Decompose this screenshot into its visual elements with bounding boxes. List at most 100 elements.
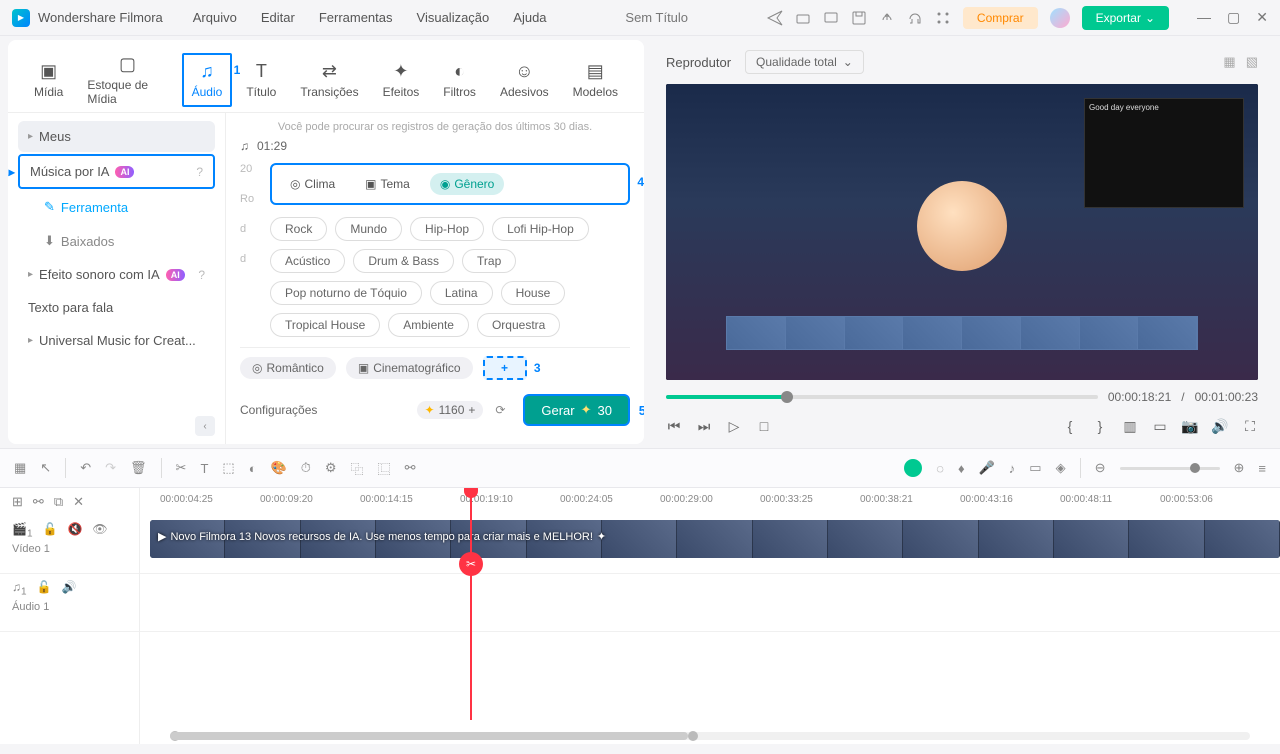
upload-icon[interactable] [879,10,895,26]
camera-icon[interactable]: 📷 [1182,418,1198,434]
display-icon[interactable]: ▭ [1152,418,1168,434]
maximize-button[interactable]: ▢ [1227,9,1240,26]
minimize-button[interactable]: — [1197,9,1211,26]
tab-effects[interactable]: ✦Efeitos [375,55,428,105]
timeline-scrollbar[interactable] [170,732,1250,740]
screen-icon[interactable] [823,10,839,26]
step-back-button[interactable]: ⏭ [696,418,712,434]
crop-tool-icon[interactable]: ⬚ [222,460,234,476]
cloud-icon[interactable] [795,10,811,26]
selected-tag[interactable]: ◎Romântico [240,357,336,379]
genre-tag[interactable]: Drum & Bass [353,249,454,273]
volume-icon[interactable]: 🔊 [1212,418,1228,434]
record-icon[interactable]: ▭ [1029,460,1041,476]
genre-tag[interactable]: Mundo [335,217,402,241]
timeline-ruler[interactable]: 00:00:04:25 00:00:09:20 00:00:14:15 00:0… [140,488,1280,516]
music-icon[interactable]: ♪ [1009,461,1016,476]
ungroup-tool-icon[interactable]: ⿺ [378,459,391,478]
group-tool-icon[interactable]: ⿻ [351,459,364,478]
keyframe-icon[interactable]: ◈ [1056,460,1066,476]
user-avatar[interactable] [1050,8,1070,28]
genre-tag[interactable]: Acústico [270,249,345,273]
redo-button[interactable]: ↷ [105,460,116,476]
selected-tag[interactable]: ▣Cinematográfico [346,357,473,379]
undo-button[interactable]: ↶ [80,460,91,476]
category-theme[interactable]: ▣Tema [355,173,420,195]
audio-track-header[interactable]: ♫1🔓🔊 Áudio 1 [0,574,139,632]
scrub-track[interactable] [666,395,1098,399]
tab-title[interactable]: TTítulo [238,55,284,105]
tab-audio[interactable]: ♫Áudio1 [184,55,231,105]
genre-tag[interactable]: Orquestra [477,313,560,337]
scroll-handle-right[interactable] [688,731,698,741]
link-tracks-icon[interactable]: ⚯ [33,494,44,510]
config-label[interactable]: Configurações [240,403,317,417]
shield-icon[interactable]: ♦ [958,461,965,476]
sidebar-item-tts[interactable]: Texto para fala [18,292,215,323]
zoom-out-button[interactable]: ⊖ [1095,460,1106,476]
menu-help[interactable]: Ajuda [513,10,546,25]
scrub-knob[interactable] [781,391,793,403]
ratio-icon[interactable]: ▥ [1122,418,1138,434]
apps-icon[interactable] [935,10,951,26]
lock-icon[interactable]: 🔓 [43,522,58,539]
adjust-tool-icon[interactable]: ⚙ [325,460,337,476]
scroll-thumb[interactable] [170,732,688,740]
genre-tag[interactable]: Rock [270,217,327,241]
tab-media[interactable]: ▣Mídia [26,55,71,105]
text-tool-icon[interactable]: T [200,461,208,476]
zoom-slider[interactable] [1120,467,1220,470]
stop-button[interactable]: □ [756,418,772,434]
audio-track[interactable] [140,574,1280,632]
timeline-tracks[interactable]: 00:00:04:25 00:00:09:20 00:00:14:15 00:0… [140,488,1280,744]
sidebar-item-downloads[interactable]: ⬇Baixados [18,225,215,257]
pointer-tool-icon[interactable]: ↖ [40,460,51,476]
sidebar-item-tool[interactable]: ✎Ferramenta [18,191,215,223]
sidebar-item-universal[interactable]: ▸Universal Music for Creat... [18,325,215,356]
genre-tag[interactable]: Pop noturno de Tóquio [270,281,422,305]
tab-stickers[interactable]: ☺Adesivos [492,55,557,105]
genre-tag[interactable]: Latina [430,281,493,305]
quality-select[interactable]: Qualidade total⌄ [745,50,864,74]
video-track-header[interactable]: 🎬1🔓🔇👁 Vídeo 1 [0,516,139,574]
category-genre[interactable]: ◉Gênero [430,173,505,195]
lock-icon[interactable]: 🔓 [37,580,52,597]
buy-button[interactable]: Comprar [963,7,1038,29]
help-icon[interactable]: ? [198,268,205,282]
menu-view[interactable]: Visualização [417,10,490,25]
fullscreen-icon[interactable]: ⛶ [1242,418,1258,434]
mute-icon[interactable]: 🔇 [67,522,82,539]
generate-button[interactable]: Gerar ✦ 30 5 [523,394,630,426]
prev-frame-button[interactable]: ⏮ [666,418,682,434]
snap-icon[interactable]: ✕ [73,494,84,510]
tab-stock[interactable]: ▢Estoque de Mídia [79,48,175,112]
genre-tag[interactable]: Ambiente [388,313,469,337]
select-tool-icon[interactable]: ▦ [14,460,26,476]
speed-tool-icon[interactable]: ⏱ [301,460,311,476]
send-icon[interactable] [767,10,783,26]
mask-tool-icon[interactable]: ◐ [249,461,257,476]
genre-tag[interactable]: Trap [462,249,516,273]
sidebar-item-mine[interactable]: ▸Meus [18,121,215,152]
refresh-icon[interactable]: ⟳ [495,403,511,417]
timeline-options-icon[interactable]: ≡ [1258,461,1266,476]
add-track-icon[interactable]: ⊞ [12,494,23,510]
mic-icon[interactable]: 🎤 [979,460,995,476]
cut-button[interactable]: ✂ [459,552,483,576]
export-button[interactable]: Exportar ⌄ [1082,6,1169,30]
genre-tag[interactable]: Hip-Hop [410,217,484,241]
video-track[interactable]: ▶Novo Filmora 13 Novos recursos de IA. U… [140,516,1280,574]
menu-file[interactable]: Arquivo [193,10,237,25]
grid-view-icon[interactable]: ▦ [1223,54,1235,70]
tab-transitions[interactable]: ⇄Transições [292,55,366,105]
genre-tag[interactable]: Tropical House [270,313,380,337]
sidebar-item-ai-sfx[interactable]: ▸Efeito sonoro com IAAI? [18,259,215,290]
color-tool-icon[interactable]: 🎨 [271,460,287,476]
cut-tool-icon[interactable]: ✂ [176,460,187,476]
collapse-sidebar-button[interactable]: ‹ [195,416,215,436]
volume-icon[interactable]: 🔊 [62,580,77,597]
help-icon[interactable]: ? [196,165,203,179]
playhead[interactable]: ✂ [470,488,472,720]
category-mood[interactable]: ◎Clima [280,173,345,195]
mark-out-icon[interactable]: } [1092,418,1108,434]
